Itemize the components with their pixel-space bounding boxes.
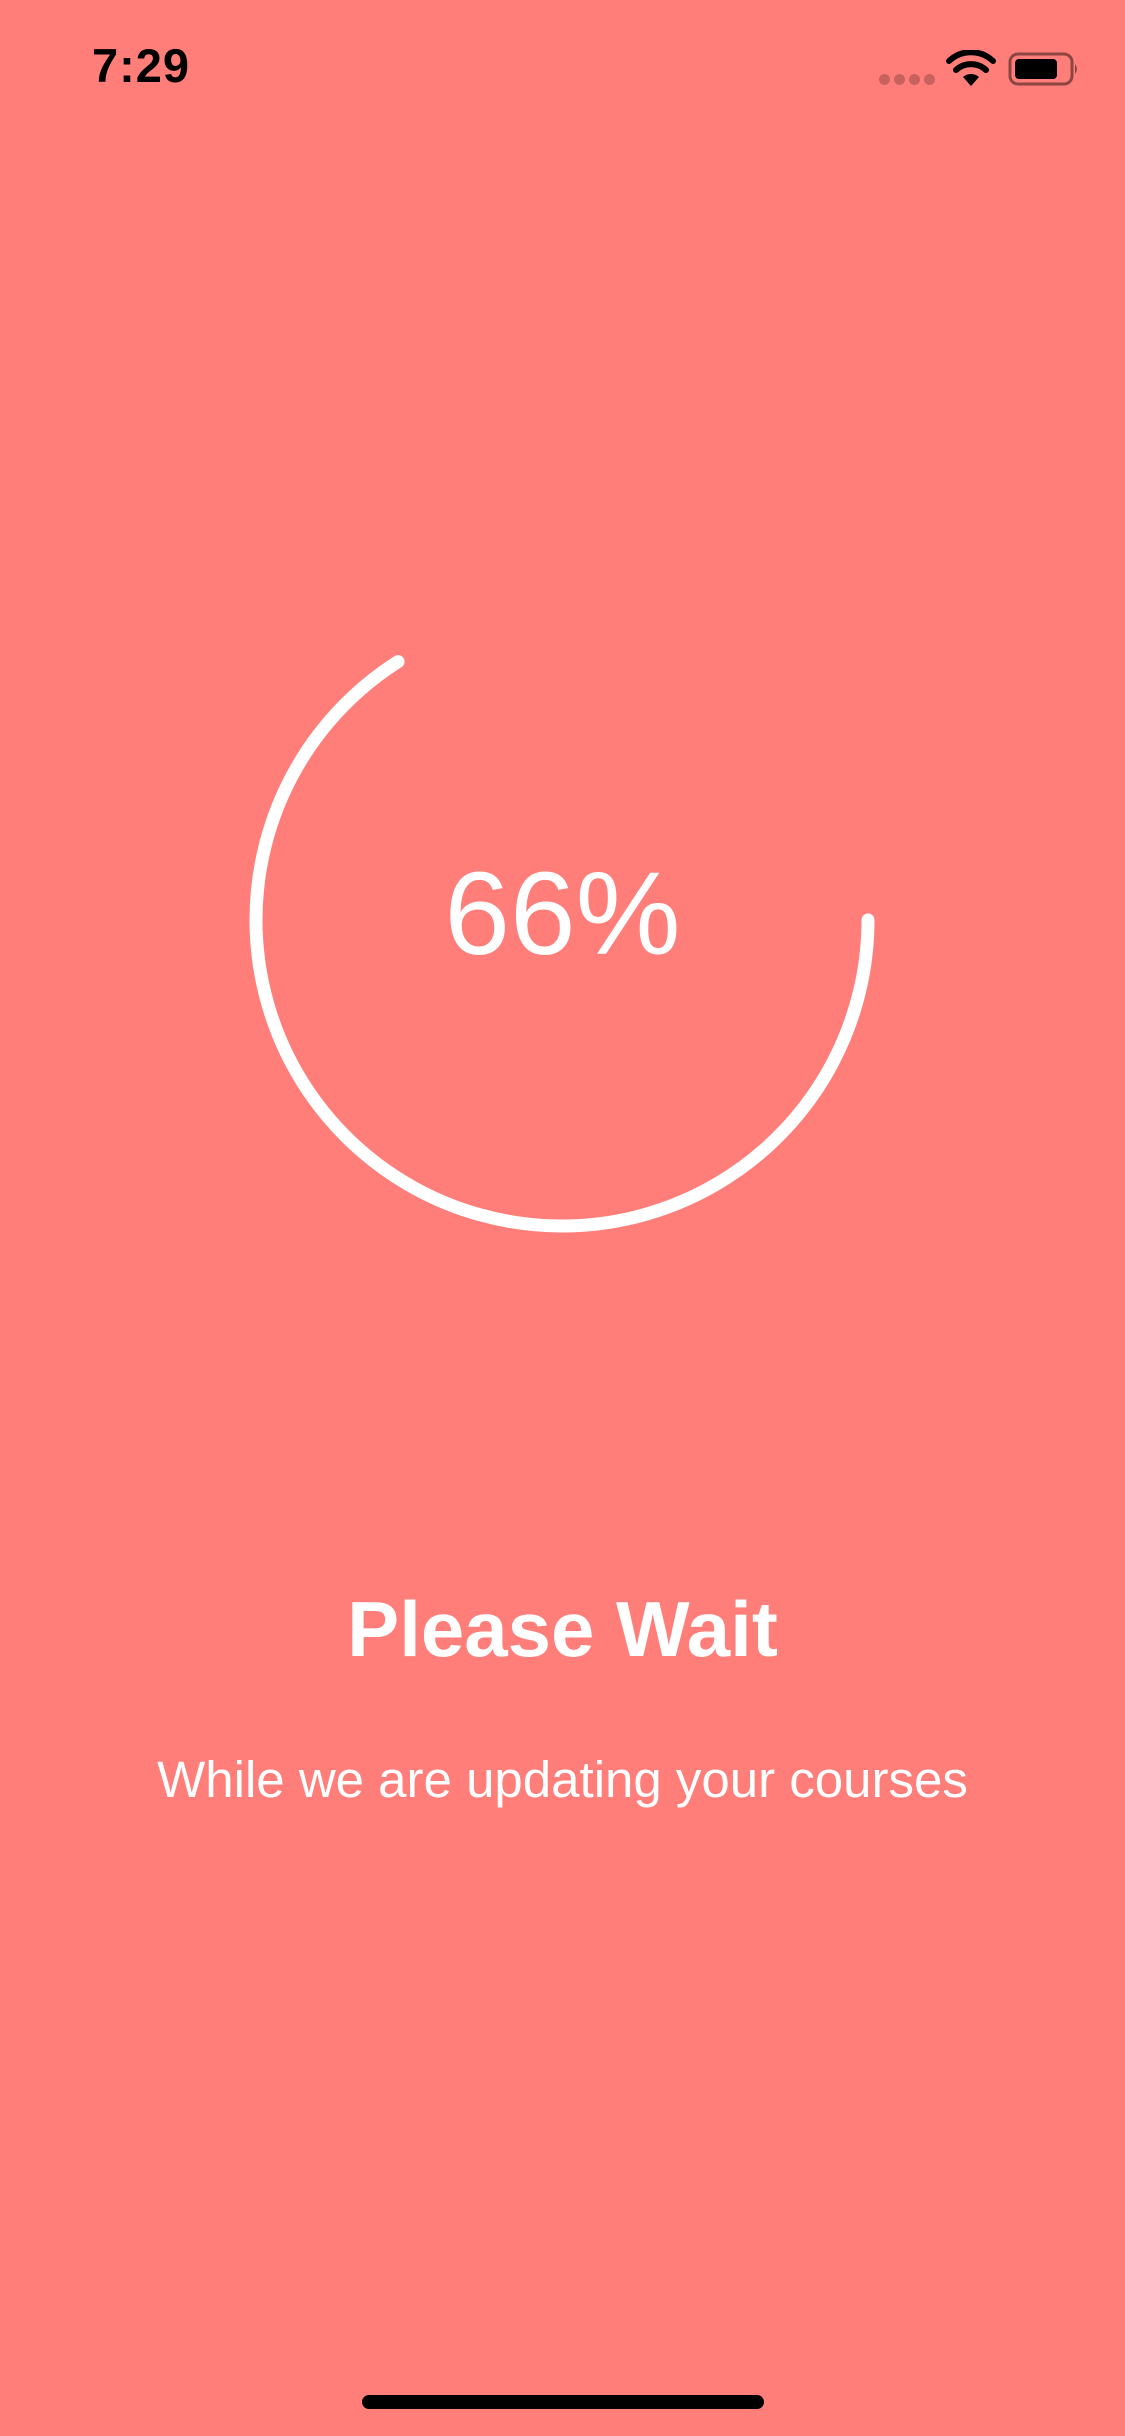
progress-percentage: 66%: [444, 848, 681, 980]
page-title: Please Wait: [347, 1585, 778, 1673]
progress-ring: [249, 655, 875, 1233]
page-subtitle: While we are updating your courses: [157, 1751, 968, 1808]
home-indicator[interactable]: [362, 2395, 764, 2409]
